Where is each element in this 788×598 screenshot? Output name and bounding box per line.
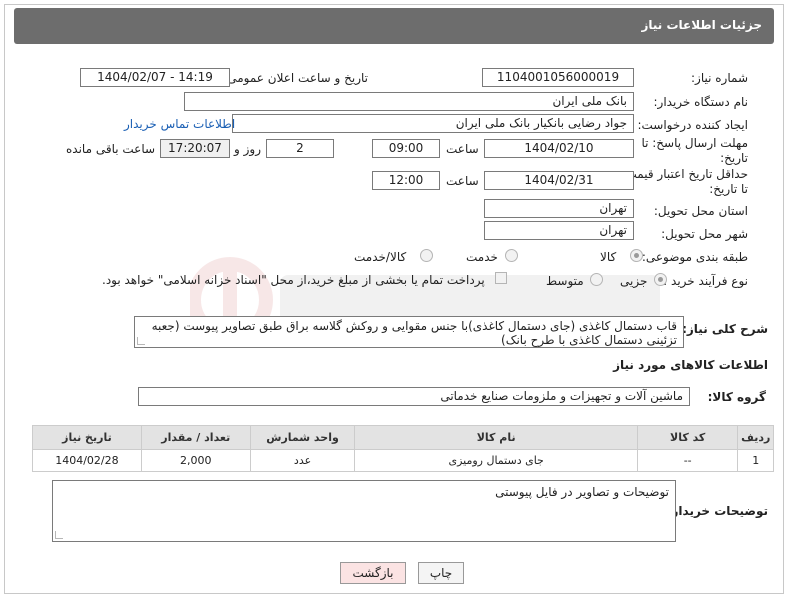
category-option-goods-service: کالا/خدمت — [354, 250, 407, 264]
creator-label: ایجاد کننده درخواست: — [637, 118, 748, 132]
cell-qty: 2,000 — [140, 449, 251, 472]
city-field[interactable]: تهران — [484, 221, 634, 240]
resize-grip-icon[interactable] — [137, 337, 145, 345]
cell-unit: عدد — [249, 449, 356, 472]
goods-group-label: گروه کالا: — [707, 390, 766, 404]
col-unit: واحد شمارش — [249, 425, 356, 450]
col-qty: تعداد / مقدار — [140, 425, 251, 450]
goods-table: ردیف کد کالا نام کالا واحد شمارش تعداد /… — [32, 425, 774, 472]
col-code: کد کالا — [636, 425, 739, 450]
buyer-org-field[interactable]: بانک ملی ایران — [184, 92, 634, 111]
goods-section-title: اطلاعات کالاهای مورد نیاز — [613, 358, 768, 372]
deadline-time-label: ساعت — [446, 142, 479, 156]
process-radio-minor[interactable] — [654, 273, 667, 286]
announce-label: تاریخ و ساعت اعلان عمومی: — [223, 71, 368, 85]
goods-group-field[interactable]: ماشین آلات و تجهیزات و ملزومات صنایع خدم… — [138, 387, 690, 406]
city-label: شهر محل تحویل: — [661, 227, 748, 241]
col-row: ردیف — [737, 425, 774, 450]
min-price-label-2: تا تاریخ: — [709, 182, 748, 196]
category-option-service: خدمت — [466, 250, 498, 264]
province-label: استان محل تحویل: — [653, 204, 748, 218]
col-date: تاریخ نیاز — [32, 425, 142, 450]
cell-code: -- — [636, 449, 739, 472]
cell-date: 1404/02/28 — [32, 449, 142, 472]
need-number-label: شماره نیاز: — [691, 71, 748, 85]
days-label: روز و — [234, 142, 261, 156]
process-option-minor: جزیی — [620, 274, 648, 288]
table-row[interactable]: 1 -- جای دستمال رومیزی عدد 2,000 1404/02… — [32, 449, 774, 472]
treasury-payment-checkbox[interactable] — [495, 272, 507, 284]
min-price-time-field[interactable]: 12:00 — [372, 171, 440, 190]
buyer-notes-text: توضیحات و تصاویر در فایل پیوستی — [495, 485, 669, 499]
deadline-label-2: تاریخ: — [720, 151, 748, 165]
payment-note: پرداخت تمام یا بخشی از مبلغ خرید،از محل … — [102, 273, 485, 287]
days-remaining-field[interactable]: 2 — [266, 139, 334, 158]
buyer-org-label: نام دستگاه خریدار: — [653, 95, 749, 109]
back-button[interactable]: بازگشت — [340, 562, 406, 584]
description-label: شرح کلی نیاز: — [682, 322, 768, 336]
contact-info-link[interactable]: اطلاعات تماس خریدار — [124, 117, 235, 131]
province-field[interactable]: تهران — [484, 199, 634, 218]
cell-name: جای دستمال رومیزی — [354, 449, 638, 472]
process-radio-medium[interactable] — [590, 273, 603, 286]
col-name: نام کالا — [354, 425, 638, 450]
resize-grip-icon[interactable] — [55, 531, 63, 539]
announce-field[interactable]: 1404/02/07 - 14:19 — [80, 68, 230, 87]
remaining-time-label: ساعت باقی مانده — [66, 142, 156, 156]
category-label: طبقه بندی موضوعی: — [641, 250, 748, 264]
min-price-date-field[interactable]: 1404/02/31 — [484, 171, 634, 190]
buyer-notes-label: توضیحات خریدار: — [666, 504, 768, 518]
deadline-label-1: مهلت ارسال پاسخ: تا — [641, 136, 748, 150]
category-option-goods: کالا — [600, 250, 617, 264]
description-textarea[interactable]: قاب دستمال کاغذی (جای دستمال کاغذی)با جن… — [134, 316, 684, 348]
creator-field[interactable]: جواد رضایی بانکیار بانک ملی ایران — [232, 114, 634, 133]
category-radio-goods[interactable] — [630, 249, 643, 262]
deadline-time-field[interactable]: 09:00 — [372, 139, 440, 158]
remaining-time-field: 17:20:07 — [160, 139, 230, 158]
page-header: جزئیات اطلاعات نیاز — [14, 8, 774, 44]
process-label: نوع فرآیند خرید : — [663, 274, 748, 288]
deadline-date-field[interactable]: 1404/02/10 — [484, 139, 634, 158]
category-radio-goods-service[interactable] — [420, 249, 433, 262]
min-price-label-1: حداقل تاریخ اعتبار قیمت: — [621, 167, 748, 181]
goods-table-header: ردیف کد کالا نام کالا واحد شمارش تعداد /… — [32, 425, 774, 450]
page-title: جزئیات اطلاعات نیاز — [641, 18, 762, 32]
min-price-time-label: ساعت — [446, 174, 479, 188]
category-radio-service[interactable] — [505, 249, 518, 262]
process-option-medium: متوسط — [546, 274, 584, 288]
buyer-notes-textarea[interactable]: توضیحات و تصاویر در فایل پیوستی — [52, 480, 676, 542]
description-text: قاب دستمال کاغذی (جای دستمال کاغذی)با جن… — [151, 319, 677, 347]
print-button[interactable]: چاپ — [418, 562, 464, 584]
cell-row: 1 — [737, 449, 774, 472]
need-number-field[interactable]: 1104001056000019 — [482, 68, 634, 87]
